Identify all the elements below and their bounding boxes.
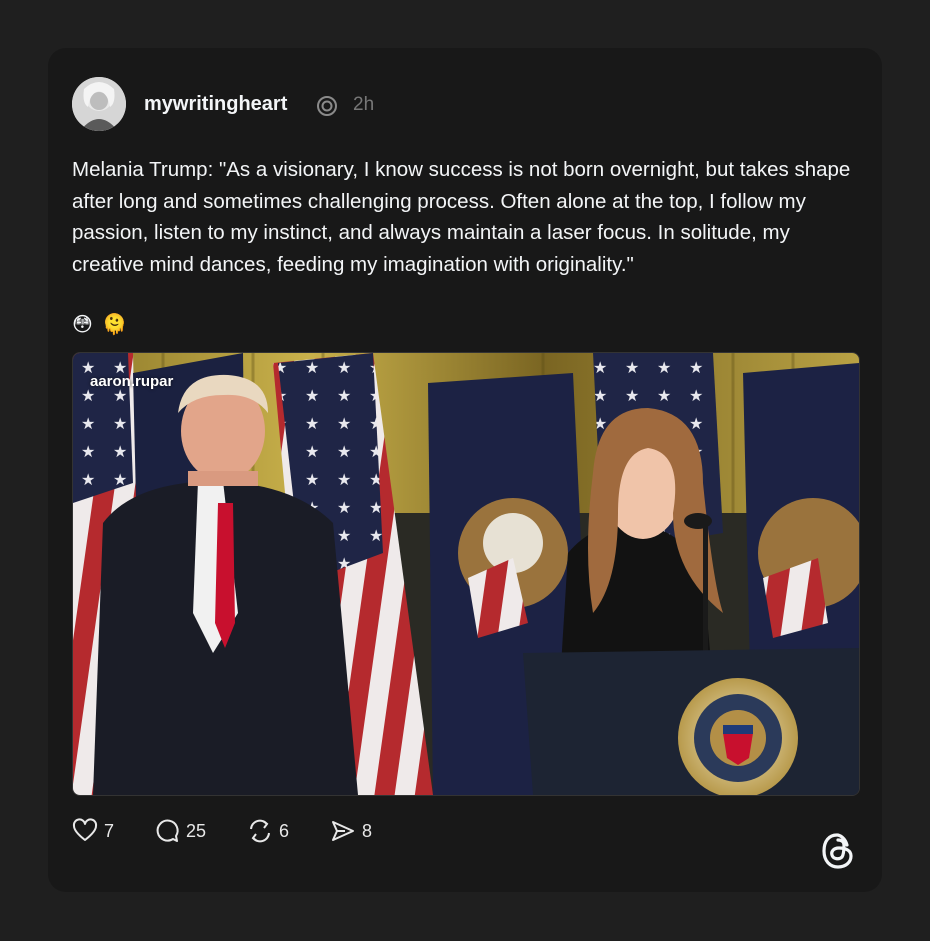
share-count: 8 bbox=[362, 820, 373, 841]
repost-count: 6 bbox=[279, 820, 290, 841]
threads-logo-icon[interactable] bbox=[821, 832, 855, 870]
like-button[interactable]: 7 bbox=[72, 816, 114, 846]
repost-button[interactable]: 6 bbox=[247, 816, 289, 846]
post-timestamp[interactable]: 2h bbox=[353, 94, 374, 116]
avatar[interactable] bbox=[72, 77, 126, 131]
video-watermark: aaron.rupar bbox=[90, 373, 174, 390]
reply-button[interactable]: 25 bbox=[154, 816, 206, 846]
share-button[interactable]: 8 bbox=[330, 816, 372, 846]
heart-icon bbox=[72, 818, 98, 841]
post-card: mywritingheart 2h Melania Trump: "As a v… bbox=[48, 48, 882, 892]
username[interactable]: mywritingheart bbox=[144, 93, 287, 116]
video-frame-image: ★ bbox=[73, 353, 859, 795]
reply-count: 25 bbox=[186, 820, 207, 841]
repost-icon bbox=[250, 819, 270, 843]
like-count: 7 bbox=[104, 820, 115, 841]
post-text: Melania Trump: "As a visionary, I know s… bbox=[72, 158, 857, 276]
speech-bubble-icon bbox=[156, 819, 179, 842]
post-emojis: 😳 🫠 bbox=[72, 314, 130, 336]
post-video[interactable]: ★ bbox=[72, 352, 860, 796]
send-icon bbox=[332, 821, 354, 841]
threads-badge-icon bbox=[317, 96, 337, 116]
